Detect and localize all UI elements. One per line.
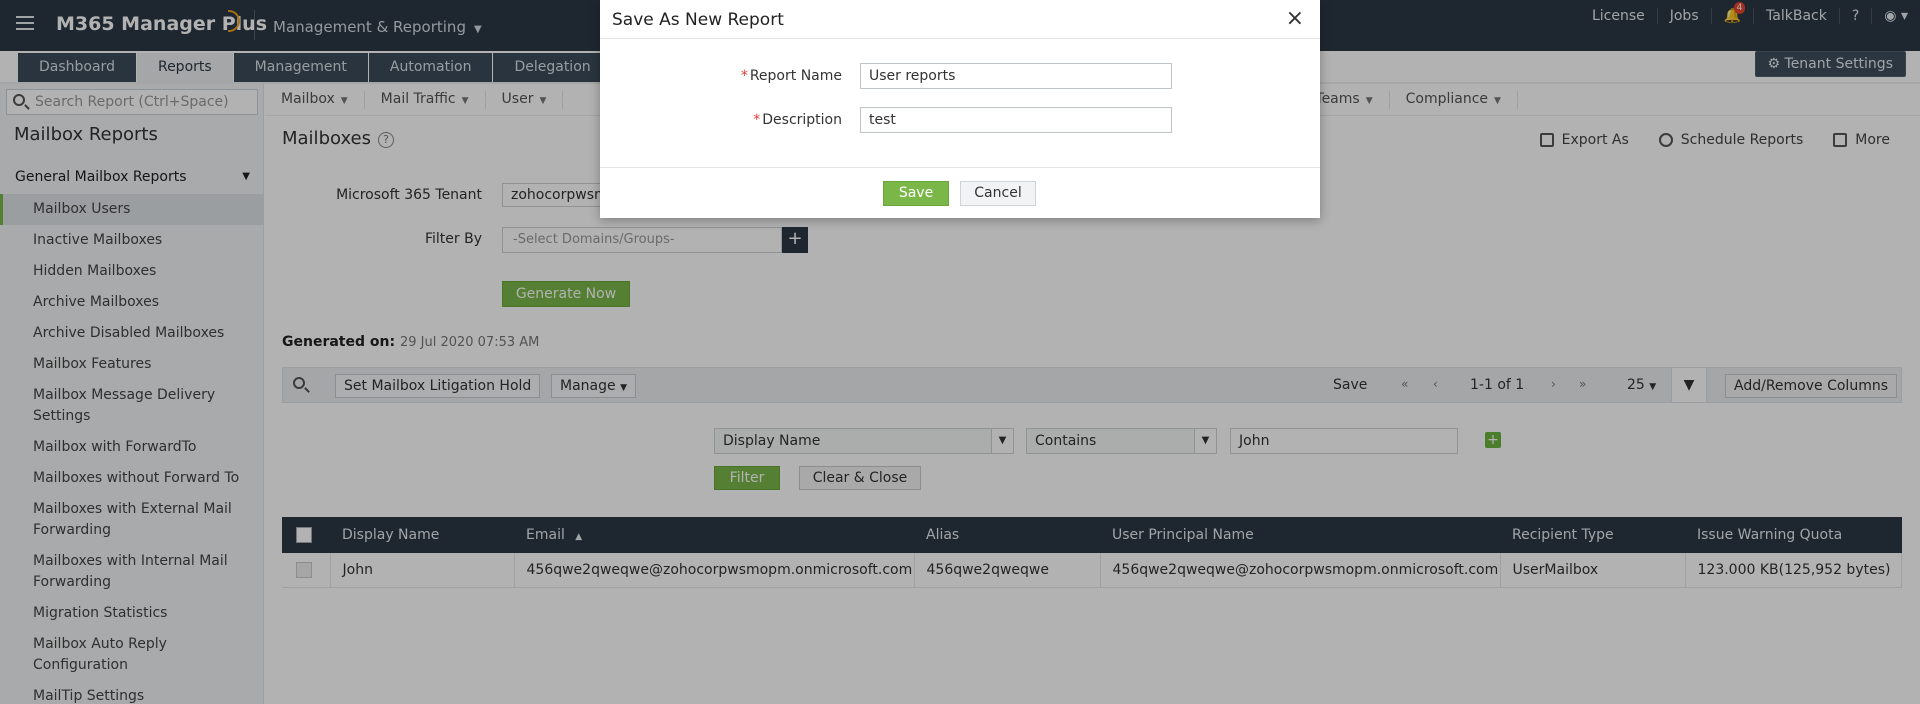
dialog-title: Save As New Report <box>612 10 784 30</box>
report-name-input[interactable]: User reports <box>860 63 1172 89</box>
divider <box>600 167 1320 168</box>
description-label: * Description <box>753 112 842 128</box>
save-button[interactable]: Save <box>883 181 949 206</box>
cancel-button[interactable]: Cancel <box>960 181 1036 206</box>
description-input[interactable]: test <box>860 107 1172 133</box>
close-icon[interactable]: × <box>1286 6 1304 31</box>
report-name-label: * Report Name <box>740 68 842 84</box>
required-marker: * <box>740 68 748 84</box>
required-marker: * <box>753 112 761 128</box>
save-report-dialog: Save As New Report × * Report Name User r… <box>600 0 1320 218</box>
divider <box>600 38 1320 39</box>
